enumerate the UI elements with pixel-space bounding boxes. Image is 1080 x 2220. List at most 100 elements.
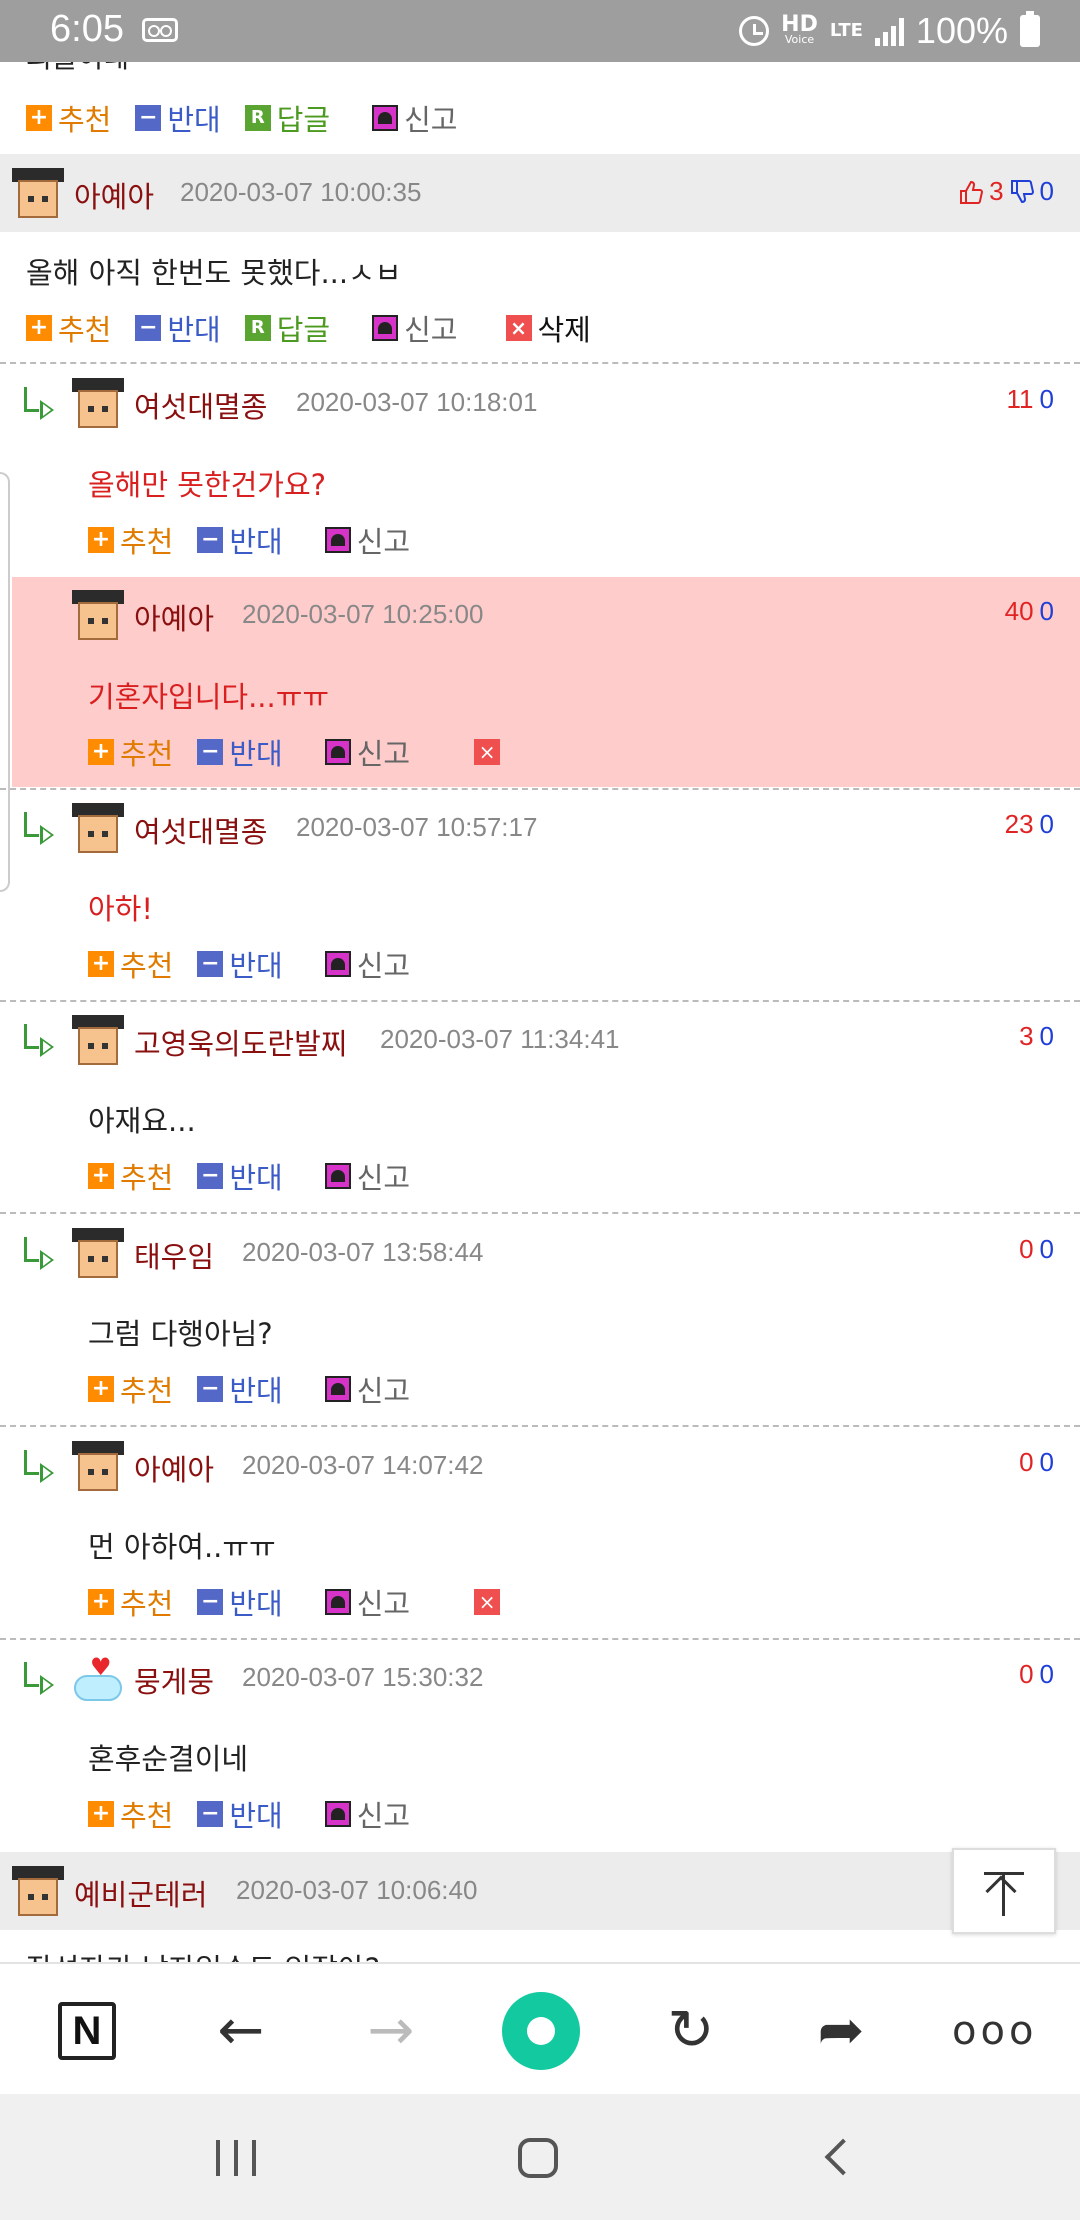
vote-counts: 11 0 xyxy=(1007,384,1054,415)
vote-counts: 23 0 xyxy=(1005,809,1054,840)
up-count: 3 xyxy=(1019,1021,1034,1051)
username[interactable]: 아예아 xyxy=(134,596,214,638)
comment-date: 2020-03-07 10:57:17 xyxy=(296,812,538,842)
recommend-button[interactable]: + 추천 xyxy=(88,1155,173,1197)
divider xyxy=(0,1638,1080,1640)
oppose-button[interactable]: − 반대 xyxy=(135,97,221,139)
minus-icon: − xyxy=(197,951,224,977)
partial-comment-text: 괴물이네 xyxy=(26,62,129,76)
recommend-button[interactable]: + 추천 xyxy=(88,519,173,561)
down-count: 0 xyxy=(1039,1234,1054,1264)
username[interactable]: 여섯대멸종 xyxy=(134,809,267,851)
comment-actions: + 추천 − 반대 R 답글 신고 xyxy=(26,98,482,138)
home-icon[interactable] xyxy=(518,2138,558,2178)
comment-actions: + 추천 − 반대 신고 × xyxy=(88,1581,501,1623)
report-button[interactable]: 신고 xyxy=(372,307,458,349)
username[interactable]: 예비군테러 xyxy=(74,1872,207,1914)
alarm-icon xyxy=(739,16,770,46)
comment-actions: + 추천 − 반대 신고 xyxy=(88,1794,434,1834)
forward-arrow-icon[interactable]: → xyxy=(356,1996,426,2066)
thumbs-down-icon[interactable] xyxy=(1010,179,1034,205)
back-icon[interactable] xyxy=(824,2138,862,2176)
share-icon[interactable]: ➦ xyxy=(806,1996,876,2066)
status-icons: HD Voice LTE 100% xyxy=(739,8,1040,54)
oppose-button[interactable]: − 반대 xyxy=(197,731,283,773)
recent-apps-icon[interactable] xyxy=(216,2140,256,2176)
more-menu-icon[interactable]: ooo xyxy=(952,1996,1033,2066)
username[interactable]: 고영욱의도란발찌 xyxy=(134,1021,347,1063)
battery-percent: 100% xyxy=(915,10,1008,51)
scroll-to-top-button[interactable] xyxy=(952,1848,1056,1934)
recommend-button[interactable]: + 추천 xyxy=(88,943,173,985)
recommend-button[interactable]: + 추천 xyxy=(88,1581,173,1623)
plus-icon: + xyxy=(88,1376,114,1402)
plus-icon: + xyxy=(88,951,114,977)
delete-button[interactable]: × xyxy=(474,739,501,765)
comment-date: 2020-03-07 10:00:35 xyxy=(180,177,422,207)
comment-list: 괴물이네 +추천 −반대 R답글 신고 아예아 2020-03-07 10:00… xyxy=(0,62,1080,1962)
report-button[interactable]: 신고 xyxy=(324,943,410,985)
vote-counts: 3 0 xyxy=(959,176,1054,207)
reply-button[interactable]: R 답글 xyxy=(244,307,330,349)
report-button[interactable]: 신고 xyxy=(324,519,410,561)
recommend-button[interactable]: + 추천 xyxy=(88,731,173,773)
username[interactable]: 아예아 xyxy=(74,174,154,216)
browser-toolbar: N ← → ↻ ➦ ooo xyxy=(0,1962,1080,2094)
oppose-button[interactable]: − 반대 xyxy=(197,1793,283,1835)
naver-home-button[interactable]: N xyxy=(58,2002,116,2060)
reply-button[interactable]: R 답글 xyxy=(244,97,330,139)
up-count: 11 xyxy=(1006,384,1034,414)
oppose-button[interactable]: − 반대 xyxy=(135,307,221,349)
thumbs-up-icon[interactable] xyxy=(959,179,984,205)
reply-r-icon: R xyxy=(244,105,271,131)
siren-icon xyxy=(324,1376,351,1402)
recommend-button[interactable]: + 추천 xyxy=(26,307,111,349)
minus-icon: − xyxy=(197,527,224,553)
refresh-icon[interactable]: ↻ xyxy=(656,1996,726,2066)
vote-counts: 00 xyxy=(1019,1234,1054,1265)
report-button[interactable]: 신고 xyxy=(324,1368,410,1410)
down-count: 0 xyxy=(1039,1659,1054,1689)
reply-arrow-icon xyxy=(24,812,58,846)
delete-button[interactable]: × xyxy=(474,1589,501,1615)
avatar-icon xyxy=(72,590,124,642)
oppose-button[interactable]: − 반대 xyxy=(197,519,283,561)
down-count: 0 xyxy=(1039,1021,1054,1051)
recommend-button[interactable]: + 추천 xyxy=(88,1368,173,1410)
report-button[interactable]: 신고 xyxy=(324,731,410,773)
plus-icon: + xyxy=(26,105,52,131)
oppose-button[interactable]: − 반대 xyxy=(197,1368,283,1410)
up-count: 0 xyxy=(1019,1234,1034,1264)
report-button[interactable]: 신고 xyxy=(324,1581,410,1623)
comment-header: 아예아 2020-03-07 10:00:35 3 0 xyxy=(0,154,1080,232)
username[interactable]: 아예아 xyxy=(134,1447,214,1489)
comment-date: 2020-03-07 11:34:41 xyxy=(380,1024,620,1054)
comment-text: 먼 아하여..ㅠㅠ xyxy=(88,1530,276,1564)
down-count: 0 xyxy=(1039,809,1054,839)
reply-arrow-icon xyxy=(24,1662,58,1696)
report-button[interactable]: 신고 xyxy=(324,1155,410,1197)
recommend-button[interactable]: + 추천 xyxy=(88,1793,173,1835)
username[interactable]: 뭉게뭉 xyxy=(134,1659,214,1701)
recommend-button[interactable]: + 추천 xyxy=(26,97,111,139)
minus-icon: − xyxy=(197,1801,224,1827)
username[interactable]: 태우임 xyxy=(134,1234,214,1276)
down-count: 0 xyxy=(1039,176,1054,206)
comment-date: 2020-03-07 14:07:42 xyxy=(242,1450,484,1480)
scroll-edge-handle[interactable] xyxy=(0,472,10,892)
oppose-button[interactable]: − 반대 xyxy=(197,1581,283,1623)
vote-counts: 40 0 xyxy=(1005,596,1054,627)
username[interactable]: 여섯대멸종 xyxy=(134,384,267,426)
back-arrow-icon[interactable]: ← xyxy=(206,1996,276,2066)
plus-icon: + xyxy=(88,1163,114,1189)
report-button[interactable]: 신고 xyxy=(372,97,458,139)
oppose-button[interactable]: − 반대 xyxy=(197,943,283,985)
comment-actions: + 추천 − 반대 신고 xyxy=(88,944,434,984)
divider xyxy=(0,362,1080,364)
report-button[interactable]: 신고 xyxy=(324,1793,410,1835)
comment-date: 2020-03-07 10:25:00 xyxy=(242,599,484,629)
delete-button[interactable]: × 삭제 xyxy=(505,307,591,349)
oppose-button[interactable]: − 반대 xyxy=(197,1155,283,1197)
green-dot-button[interactable] xyxy=(502,1992,580,2070)
siren-icon xyxy=(372,105,399,131)
